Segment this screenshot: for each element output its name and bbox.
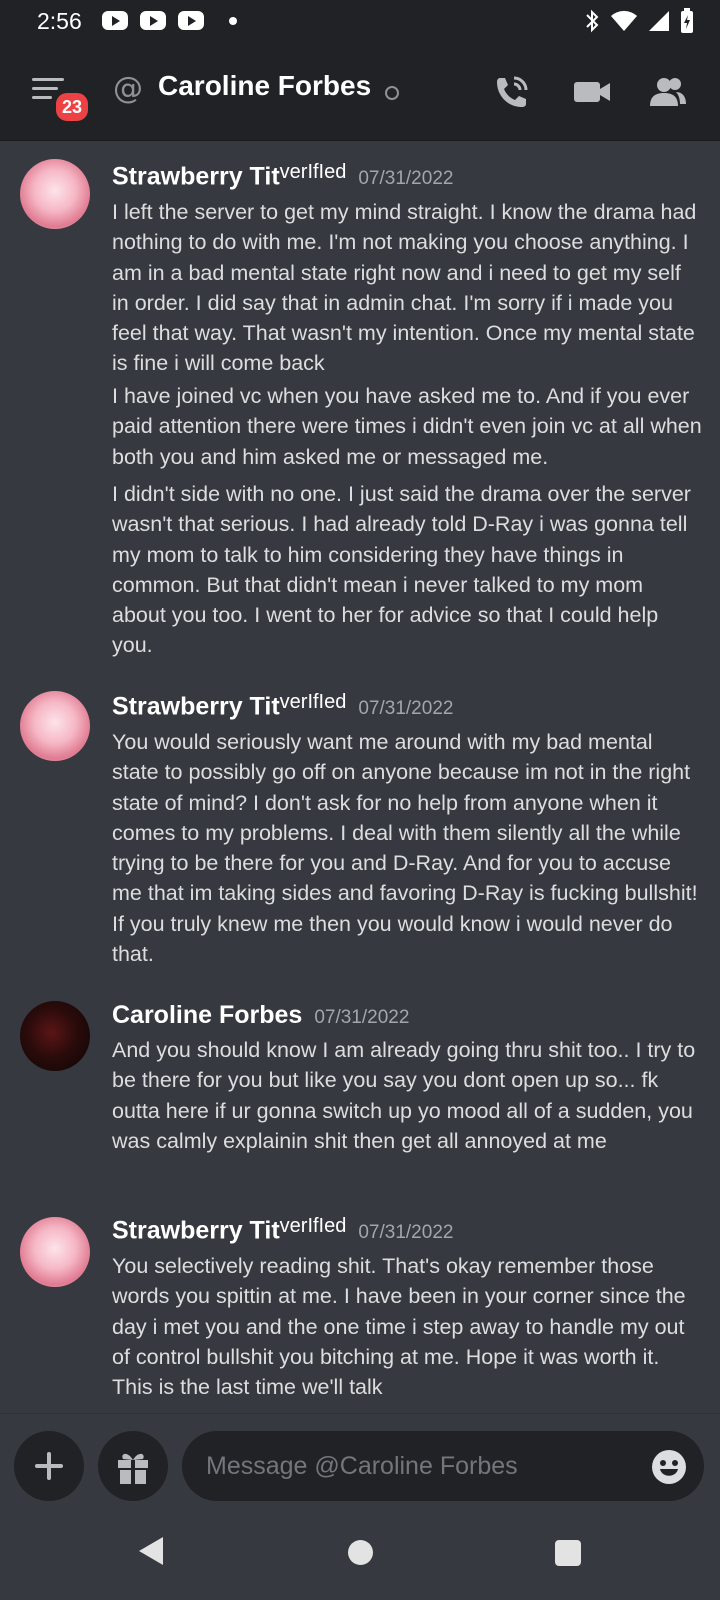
message-text: I left the server to get my mind straigh… xyxy=(112,200,697,376)
dm-recipient-name[interactable]: Caroline Forbes xyxy=(158,70,371,102)
author-name[interactable]: Strawberry Tit xyxy=(112,1216,280,1244)
message-text: I have joined vc when you have asked me … xyxy=(112,384,702,469)
gift-button[interactable] xyxy=(98,1431,168,1501)
message-text: You would seriously want me around with … xyxy=(112,730,698,967)
recents-icon[interactable] xyxy=(555,1540,581,1566)
message-timestamp: 07/31/2022 xyxy=(358,168,454,190)
message-header: Strawberry TitverIfIed 07/31/2022 xyxy=(112,1215,453,1245)
message-timestamp: 07/31/2022 xyxy=(358,698,454,720)
avatar[interactable] xyxy=(20,1217,90,1287)
message-timestamp: 07/31/2022 xyxy=(314,1007,410,1028)
avatar[interactable] xyxy=(20,1001,90,1071)
author-verified-tag: verIfIed xyxy=(279,161,347,183)
wifi-icon xyxy=(611,10,637,31)
youtube-notification-icon xyxy=(102,11,128,30)
bluetooth-icon xyxy=(586,9,599,33)
author-name[interactable]: Caroline Forbes xyxy=(112,1001,302,1029)
avatar[interactable] xyxy=(20,159,90,229)
message-header: Strawberry TitverIfIed 07/31/2022 xyxy=(112,161,453,191)
plus-icon xyxy=(35,1452,63,1480)
message-list[interactable]: Strawberry TitverIfIed 07/31/2022 I left … xyxy=(0,141,720,1413)
back-icon[interactable] xyxy=(137,1535,165,1567)
emoji-icon[interactable] xyxy=(651,1449,687,1485)
status-bar: 2:56 xyxy=(0,0,720,44)
author-verified-tag: verIfIed xyxy=(279,691,347,713)
author-verified-tag: verIfIed xyxy=(279,1215,347,1237)
message-header: Caroline Forbes 07/31/2022 xyxy=(112,1001,409,1030)
android-nav-bar xyxy=(0,1505,720,1600)
video-call-icon[interactable] xyxy=(572,74,612,110)
message-text: You selectively reading shit. That's oka… xyxy=(112,1254,686,1400)
offline-status-icon xyxy=(385,86,399,100)
add-attachment-button[interactable] xyxy=(14,1431,84,1501)
dm-header: 23 @ Caroline Forbes xyxy=(0,44,720,141)
message-text: And you should know I am already going t… xyxy=(112,1038,696,1153)
more-notifications-icon xyxy=(229,17,237,25)
youtube-notification-icon xyxy=(178,11,204,30)
at-icon: @ xyxy=(113,71,143,106)
battery-icon xyxy=(681,8,693,33)
author-name[interactable]: Strawberry Tit xyxy=(112,692,280,720)
signal-icon xyxy=(649,11,669,31)
status-time: 2:56 xyxy=(37,8,82,34)
voice-call-icon[interactable] xyxy=(494,74,534,110)
message-header: Strawberry TitverIfIed 07/31/2022 xyxy=(112,691,453,721)
gift-icon xyxy=(118,1453,148,1484)
avatar[interactable] xyxy=(20,691,90,761)
author-name[interactable]: Strawberry Tit xyxy=(112,162,280,190)
message-timestamp: 07/31/2022 xyxy=(358,1222,454,1244)
home-icon[interactable] xyxy=(348,1540,373,1565)
message-text: I didn't side with no one. I just said t… xyxy=(112,482,691,658)
message-input[interactable] xyxy=(182,1431,704,1501)
youtube-notification-icon xyxy=(140,11,166,30)
message-composer xyxy=(0,1413,720,1506)
unread-badge: 23 xyxy=(53,90,91,124)
members-icon[interactable] xyxy=(648,74,688,110)
